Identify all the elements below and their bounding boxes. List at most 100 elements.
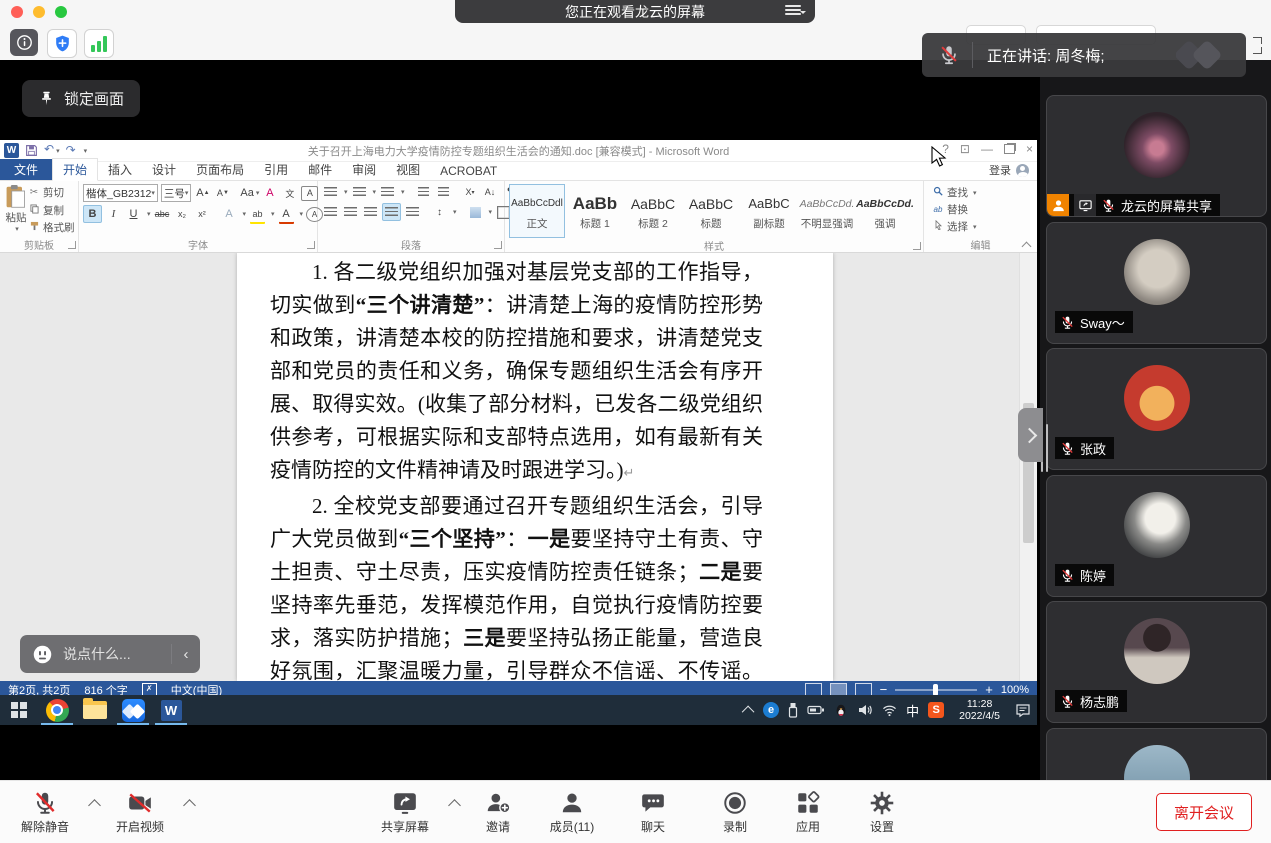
- members-button[interactable]: 成员(11): [532, 789, 612, 835]
- chevron-up-icon[interactable]: [183, 799, 196, 812]
- tab-视图[interactable]: 视图: [386, 159, 430, 180]
- chat-placeholder[interactable]: 说点什么...: [63, 644, 171, 664]
- style-副标题[interactable]: AaBbC副标题: [741, 184, 797, 238]
- start-video-button[interactable]: 开启视频: [100, 789, 180, 835]
- usb-icon[interactable]: [788, 702, 798, 718]
- cut-button[interactable]: ✂剪切: [28, 185, 75, 200]
- battery-icon[interactable]: [807, 704, 825, 716]
- select-button[interactable]: 选择▾: [932, 219, 1029, 234]
- participant-tile[interactable]: 龙云的屏幕共享: [1046, 95, 1267, 217]
- font-name-select[interactable]: 楷体_GB2312▾: [83, 184, 158, 202]
- font-color-button[interactable]: A: [278, 206, 295, 222]
- tab-页面布局[interactable]: 页面布局: [186, 159, 254, 180]
- character-border-button[interactable]: A: [301, 186, 318, 201]
- ribbon-collapse-button[interactable]: [1022, 242, 1031, 248]
- settings-button[interactable]: 设置: [842, 789, 922, 835]
- chat-button[interactable]: 聊天: [613, 789, 693, 835]
- zoom-slider[interactable]: [895, 689, 977, 691]
- watching-screen-banner[interactable]: 您正在观看龙云的屏幕: [455, 0, 815, 23]
- tab-ACROBAT[interactable]: ACROBAT: [430, 162, 507, 180]
- style-标题 1[interactable]: AaBb标题 1: [567, 184, 623, 238]
- line-spacing-button[interactable]: ↕: [431, 204, 448, 220]
- distribute-button[interactable]: [404, 204, 421, 220]
- participant-tile[interactable]: Sway～: [1046, 222, 1267, 344]
- font-size-select[interactable]: 三号▾: [161, 184, 192, 202]
- tab-设计[interactable]: 设计: [142, 159, 186, 180]
- format-painter-button[interactable]: 格式刷: [28, 220, 75, 235]
- chat-quick-input[interactable]: 说点什么... ‹: [20, 635, 200, 673]
- font-dialog-launcher[interactable]: [307, 241, 315, 249]
- network-stats-button[interactable]: [84, 29, 114, 58]
- document-text[interactable]: 1. 各二级党组织加强对基层党支部的工作指导，切实做到“三个讲清楚”：讲清楚上海…: [237, 253, 833, 681]
- strikethrough-button[interactable]: abc: [154, 206, 171, 222]
- bold-button[interactable]: B: [83, 205, 102, 223]
- meeting-info-button[interactable]: [10, 29, 38, 56]
- tab-审阅[interactable]: 审阅: [342, 159, 386, 180]
- record-button[interactable]: 录制: [695, 789, 775, 835]
- collapse-chat-icon[interactable]: ‹: [172, 646, 200, 663]
- find-button[interactable]: 查找▾: [932, 185, 1029, 200]
- wifi-icon[interactable]: [882, 704, 897, 717]
- macos-minimize-button[interactable]: [33, 6, 45, 18]
- taskbar-meeting-button[interactable]: [114, 695, 152, 725]
- sogou-icon[interactable]: S: [928, 702, 944, 718]
- start-button[interactable]: [0, 695, 38, 725]
- pin-view-button[interactable]: 锁定画面: [22, 80, 140, 117]
- multilevel-list-button[interactable]: [379, 184, 396, 200]
- ime-indicator[interactable]: 中: [906, 701, 919, 720]
- justify-button[interactable]: [382, 203, 401, 221]
- shrink-font-button[interactable]: A▼: [214, 185, 231, 201]
- taskbar-clock[interactable]: 11:28 2022/4/5: [953, 698, 1006, 722]
- macos-close-button[interactable]: [11, 6, 23, 18]
- meeting-security-button[interactable]: [47, 29, 77, 58]
- tab-文件[interactable]: 文件: [0, 159, 52, 180]
- style-强调[interactable]: AaBbCcDd.强调: [857, 184, 913, 238]
- unmute-button[interactable]: 解除静音: [5, 789, 85, 835]
- text-effects-button[interactable]: A: [221, 206, 238, 222]
- asian-layout-button[interactable]: X▾: [462, 184, 479, 200]
- style-标题[interactable]: AaBbC标题: [683, 184, 739, 238]
- share-screen-button[interactable]: 共享屏幕: [365, 789, 445, 835]
- macos-zoom-button[interactable]: [55, 6, 67, 18]
- tab-开始[interactable]: 开始: [52, 158, 98, 181]
- replace-button[interactable]: ab替换: [932, 202, 1029, 217]
- chevron-up-icon[interactable]: [88, 799, 101, 812]
- action-center-icon[interactable]: [1015, 702, 1031, 718]
- document-area[interactable]: 1. 各二级党组织加强对基层党支部的工作指导，切实做到“三个讲清楚”：讲清楚上海…: [0, 253, 1037, 681]
- bullets-button[interactable]: [322, 184, 339, 200]
- align-right-button[interactable]: [362, 204, 379, 220]
- word-scrollbar[interactable]: [1019, 253, 1037, 681]
- shading-button[interactable]: [467, 204, 484, 220]
- participant-tile[interactable]: 陈婷: [1046, 475, 1267, 597]
- decrease-indent-button[interactable]: [415, 184, 432, 200]
- zoom-level[interactable]: 100%: [1001, 684, 1029, 696]
- fullscreen-expand-icon[interactable]: [1249, 37, 1262, 54]
- underline-button[interactable]: U: [125, 206, 142, 222]
- style-标题 2[interactable]: AaBbC标题 2: [625, 184, 681, 238]
- qq-penguin-icon[interactable]: [834, 702, 848, 718]
- zoom-slider-thumb[interactable]: [933, 684, 938, 696]
- taskbar-explorer-button[interactable]: [76, 695, 114, 725]
- taskbar-word-button[interactable]: W: [152, 695, 190, 725]
- restore-button[interactable]: [1004, 144, 1015, 154]
- styles-dialog-launcher[interactable]: [913, 242, 921, 250]
- change-case-button[interactable]: Aa▾: [241, 185, 258, 201]
- taskbar-chrome-button[interactable]: [38, 695, 76, 725]
- account-icon[interactable]: [1016, 164, 1029, 177]
- tray-expand-icon[interactable]: [742, 705, 755, 718]
- numbering-button[interactable]: [351, 184, 368, 200]
- invite-button[interactable]: 邀请: [458, 789, 538, 835]
- superscript-button[interactable]: x²: [194, 206, 211, 222]
- sign-in-label[interactable]: 登录: [989, 162, 1011, 178]
- highlight-button[interactable]: ab: [249, 206, 266, 222]
- tab-插入[interactable]: 插入: [98, 159, 142, 180]
- tray-browser-icon[interactable]: e: [763, 702, 779, 718]
- grow-font-button[interactable]: A▲: [194, 185, 211, 201]
- sort-button[interactable]: A↓: [482, 184, 499, 200]
- close-button[interactable]: ×: [1026, 142, 1033, 156]
- minimize-button[interactable]: —: [981, 142, 993, 156]
- ribbon-display-options-button[interactable]: ⊡: [960, 142, 970, 156]
- tab-引用[interactable]: 引用: [254, 159, 298, 180]
- copy-button[interactable]: 复制: [28, 203, 75, 218]
- clipboard-dialog-launcher[interactable]: [68, 241, 76, 249]
